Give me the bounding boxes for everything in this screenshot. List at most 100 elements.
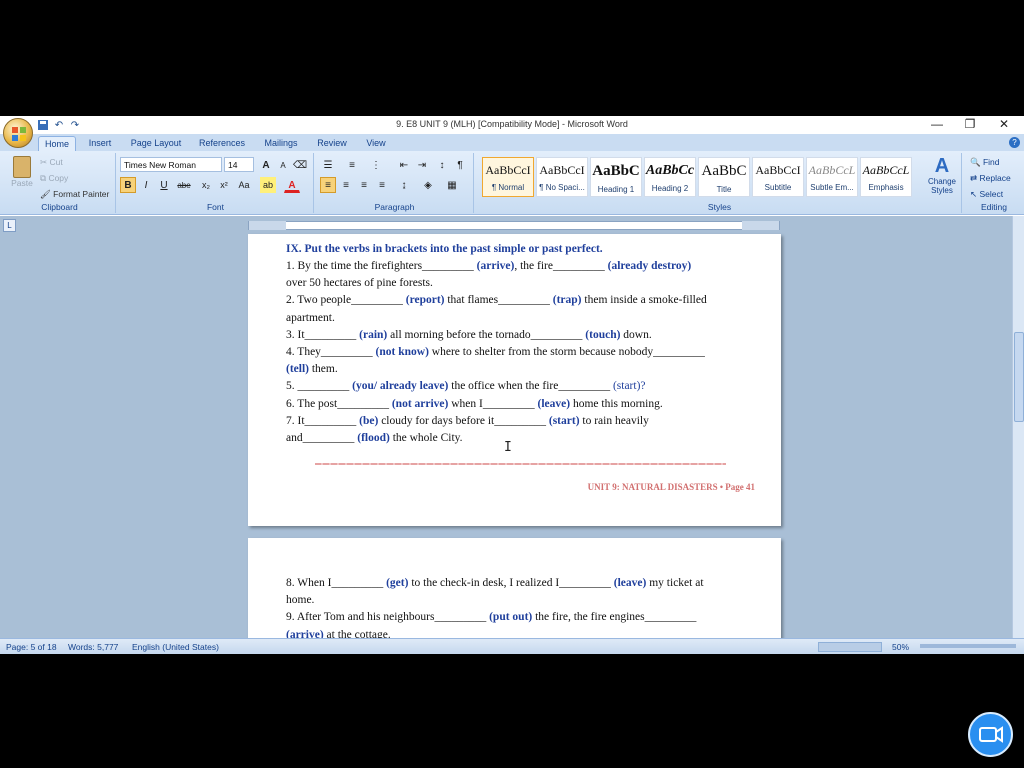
style-name: Emphasis: [868, 183, 904, 192]
line-text: that flames_________: [444, 294, 553, 307]
find-button[interactable]: 🔍 Find: [970, 157, 1000, 168]
page-count[interactable]: Page: 5 of 18: [6, 642, 57, 652]
font-color-button[interactable]: A: [284, 177, 300, 193]
bold-button[interactable]: B: [120, 177, 136, 193]
document-page[interactable]: IX. Put the verbs in brackets into the p…: [248, 234, 781, 526]
paste-button[interactable]: Paste: [8, 156, 36, 196]
tab-home[interactable]: Home: [38, 136, 76, 151]
change-case-button[interactable]: Aa: [236, 177, 252, 193]
exercise-line: over 50 hectares of pine forests.: [286, 276, 433, 290]
line-text: 6. The post_________: [286, 397, 392, 410]
quick-access-toolbar: ↶ ↷: [36, 118, 82, 132]
tab-page-layout[interactable]: Page Layout: [126, 136, 186, 151]
video-call-icon: [979, 726, 1003, 743]
strikethrough-button[interactable]: abe: [176, 177, 192, 193]
sort-icon[interactable]: ↕: [434, 157, 450, 173]
verb-prompt: (not know): [375, 346, 429, 358]
line-text: all morning before the tornado_________: [387, 328, 586, 341]
show-marks-button[interactable]: ¶: [452, 157, 468, 173]
redo-icon[interactable]: ↷: [68, 119, 82, 132]
line-text: the office when the fire_________: [448, 380, 613, 393]
justify-icon[interactable]: ≡: [374, 177, 390, 193]
line-text: home this morning.: [570, 397, 663, 410]
verb-prompt: (arrive): [476, 260, 515, 272]
replace-button[interactable]: ⇄ Replace: [970, 173, 1011, 184]
highlight-button[interactable]: ab: [260, 177, 276, 193]
save-icon[interactable]: [36, 119, 50, 132]
change-styles-button[interactable]: A Change Styles: [924, 155, 960, 195]
subscript-button[interactable]: x₂: [198, 177, 214, 193]
video-call-button[interactable]: [968, 712, 1013, 757]
clear-format-icon[interactable]: ⌫: [292, 157, 308, 173]
select-button[interactable]: ↖ Select: [970, 189, 1003, 200]
word-count[interactable]: Words: 5,777: [68, 642, 118, 652]
exercise-line: (tell) them.: [286, 362, 338, 376]
line-text: down.: [620, 328, 652, 341]
line-spacing-icon[interactable]: ↨: [396, 177, 412, 193]
restore-button[interactable]: ❐: [959, 117, 981, 133]
exercise-line: and_________ (flood) the whole City.: [286, 431, 463, 445]
font-name-select[interactable]: Times New Roman: [120, 157, 222, 172]
bullets-icon[interactable]: ☰: [320, 157, 336, 173]
align-right-icon[interactable]: ≡: [356, 177, 372, 193]
style-item-7[interactable]: AaBbCcL Emphasis: [860, 157, 912, 197]
view-buttons[interactable]: [818, 642, 882, 652]
line-text: to rain heavily: [579, 414, 649, 427]
borders-icon[interactable]: ▦: [444, 177, 460, 193]
undo-icon[interactable]: ↶: [52, 119, 66, 132]
decrease-indent-icon[interactable]: ⇤: [396, 157, 412, 173]
tab-insert[interactable]: Insert: [82, 136, 118, 151]
zoom-slider[interactable]: [920, 644, 1016, 648]
grow-font-button[interactable]: A: [258, 157, 274, 173]
ruler-toggle-icon[interactable]: L: [3, 219, 16, 232]
document-area[interactable]: L IX. Put the verbs in brackets into the…: [0, 216, 1012, 638]
style-sample: AaBbCcI: [539, 163, 585, 177]
tab-view[interactable]: View: [360, 136, 392, 151]
superscript-button[interactable]: x²: [216, 177, 232, 193]
shading-icon[interactable]: ◈: [420, 177, 436, 193]
office-button-icon: [12, 127, 26, 141]
replace-icon: ⇄: [970, 173, 978, 183]
style-item-2[interactable]: AaBbC Heading 1: [590, 157, 642, 197]
style-item-5[interactable]: AaBbCcI Subtitle: [752, 157, 804, 197]
cut-button[interactable]: ✂ Cut: [40, 157, 63, 168]
exercise-line: 5. _________ (you/ already leave) the of…: [286, 379, 646, 393]
verb-prompt: (leave): [613, 577, 647, 589]
style-item-4[interactable]: AaBbC Title: [698, 157, 750, 197]
tab-references[interactable]: References: [194, 136, 250, 151]
help-icon[interactable]: ?: [1009, 137, 1020, 148]
line-text: the fire, the fire engines_________: [532, 611, 697, 624]
language-indicator[interactable]: English (United States): [132, 642, 219, 652]
minimize-button[interactable]: —: [926, 117, 948, 133]
align-left-icon[interactable]: ≡: [320, 177, 336, 193]
office-button[interactable]: [3, 118, 33, 148]
vertical-scrollbar[interactable]: [1012, 216, 1024, 638]
tab-mailings[interactable]: Mailings: [258, 136, 304, 151]
multilevel-list-icon[interactable]: ⋮: [368, 157, 384, 173]
style-item-0[interactable]: AaBbCcI ¶ Normal: [482, 157, 534, 197]
underline-button[interactable]: U: [156, 177, 172, 193]
ribbon-tabs: Home Insert Page Layout References Maili…: [0, 134, 1024, 151]
shrink-font-button[interactable]: A: [275, 157, 291, 173]
style-item-1[interactable]: AaBbCcI ¶ No Spaci...: [536, 157, 588, 197]
increase-indent-icon[interactable]: ⇥: [414, 157, 430, 173]
zoom-level[interactable]: 50%: [892, 642, 909, 652]
line-text: my ticket at: [646, 577, 704, 589]
style-item-3[interactable]: AaBbCc Heading 2: [644, 157, 696, 197]
numbering-icon[interactable]: ≡: [344, 157, 360, 173]
copy-button[interactable]: ⧉ Copy: [40, 173, 68, 184]
horizontal-ruler[interactable]: L: [0, 216, 1012, 234]
italic-button[interactable]: I: [138, 177, 154, 193]
tab-review[interactable]: Review: [312, 136, 352, 151]
scrollbar-thumb[interactable]: [1014, 332, 1024, 422]
style-item-6[interactable]: AaBbCcL Subtle Em...: [806, 157, 858, 197]
exercise-line: home.: [286, 593, 314, 607]
align-center-icon[interactable]: ≡: [338, 177, 354, 193]
font-size-select[interactable]: 14: [224, 157, 254, 172]
line-text: 7. It_________: [286, 414, 360, 427]
line-text: 9. After Tom and his neighbours_________: [286, 611, 490, 624]
close-button[interactable]: ✕: [993, 117, 1015, 133]
format-painter-button[interactable]: 🖌 Format Painter: [40, 189, 109, 200]
document-page-next[interactable]: 8. When I_________ (get) to the check-in…: [248, 538, 781, 638]
verb-prompt: (already destroy): [607, 260, 692, 272]
